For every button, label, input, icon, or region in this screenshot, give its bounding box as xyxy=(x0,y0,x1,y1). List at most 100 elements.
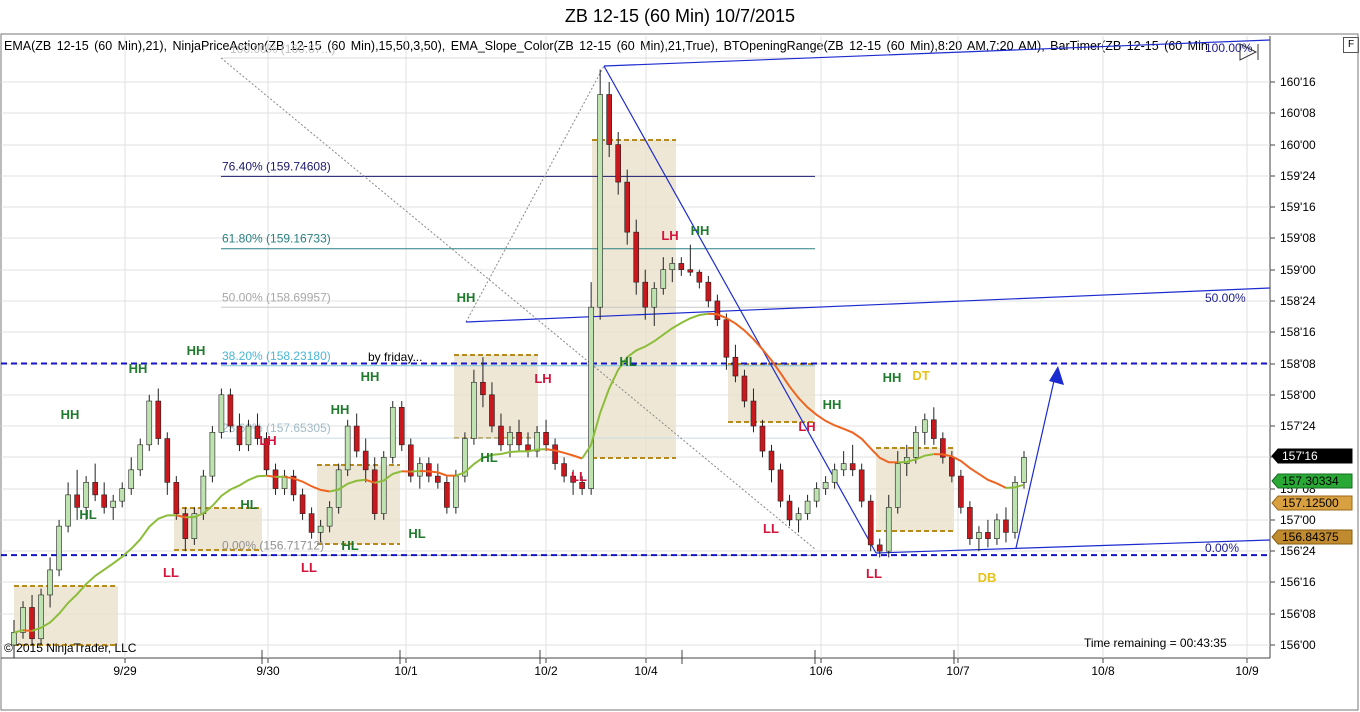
candle-body xyxy=(1003,519,1009,533)
candle-body xyxy=(669,263,676,270)
candle-body xyxy=(660,269,667,289)
channel-label: 0.00% xyxy=(1205,541,1239,555)
swing-label: HH xyxy=(823,397,842,412)
candle-body xyxy=(994,519,1000,539)
candle-body xyxy=(588,306,594,489)
candle-body xyxy=(74,494,80,508)
fib-label: 61.80% (159.16733) xyxy=(222,232,331,246)
y-tick-label: 158'00 xyxy=(1280,388,1316,402)
candle-body xyxy=(272,469,279,489)
swing-label: LL xyxy=(571,469,587,484)
y-tick-label: 157'00 xyxy=(1280,513,1316,527)
candle-body xyxy=(56,525,62,571)
fib-label: 76.40% (159.74608) xyxy=(222,159,331,173)
fib-label-top: 100.00% (160.67...) xyxy=(230,42,335,56)
candle-body xyxy=(146,400,153,446)
candle-body xyxy=(867,500,874,546)
swing-label: LL xyxy=(866,566,882,581)
candle-body xyxy=(687,269,694,273)
candle-body xyxy=(858,469,865,502)
swing-label: HH xyxy=(361,369,380,384)
candle-body xyxy=(101,494,107,508)
candle-body xyxy=(20,607,26,633)
candle-body xyxy=(110,500,116,508)
price-badge-label: 157'16 xyxy=(1282,449,1318,463)
candle-body xyxy=(615,144,621,183)
swing-label: HL xyxy=(408,526,425,541)
candle-body xyxy=(353,425,360,452)
candle-body xyxy=(317,525,324,533)
candle-body xyxy=(200,475,207,514)
candle-body xyxy=(489,394,495,427)
candle-body xyxy=(389,406,396,458)
candle-body xyxy=(597,94,603,308)
candle-body xyxy=(949,457,955,477)
y-tick-label: 159'00 xyxy=(1280,263,1316,277)
swing-label: HL xyxy=(79,507,96,522)
candle-body xyxy=(741,375,748,402)
candle-body xyxy=(849,463,856,471)
ema-segment xyxy=(22,629,33,632)
candle-body xyxy=(47,569,53,596)
channel-label: 100.00% xyxy=(1205,41,1253,55)
annotation-by-friday: by friday... xyxy=(368,350,422,364)
candle-body xyxy=(1021,457,1027,483)
candle-body xyxy=(804,500,811,514)
swing-label: LH xyxy=(661,228,678,243)
candle-body xyxy=(65,494,71,527)
candle-body xyxy=(236,425,243,446)
price-chart[interactable]: 76.40% (159.74608) 61.80% (159.16733) 50.0… xyxy=(0,0,1360,712)
candle-body xyxy=(498,425,504,446)
price-badge-label: 157.12500 xyxy=(1282,496,1339,510)
swing-label: DB xyxy=(978,570,997,585)
ema-segment xyxy=(455,448,547,477)
plot-border xyxy=(0,33,1359,711)
candle-body xyxy=(795,513,802,521)
candle-body xyxy=(813,488,820,502)
candle-body xyxy=(777,469,784,502)
candle-body xyxy=(83,482,89,508)
candle-body xyxy=(308,513,315,533)
x-tick-label: 10/6 xyxy=(809,664,833,678)
price-badge-label: 157.30334 xyxy=(1282,474,1339,488)
swing-label: LH xyxy=(798,419,815,434)
candle-body xyxy=(912,432,919,458)
candle-body xyxy=(453,475,459,508)
swing-label: DT xyxy=(912,368,929,383)
x-axis: 9/29 9/30 10/1 10/2 10/4 10/6 10/7 10/8 10/9 xyxy=(113,650,1259,678)
candle-body xyxy=(543,432,549,446)
candle-body xyxy=(714,300,721,321)
candle-body xyxy=(417,463,423,477)
fibonacci-retracement: 76.40% (159.74608) 61.80% (159.16733) 50.0… xyxy=(220,42,816,556)
price-badges: 157'16 157.30334 157.12500 156.84375 xyxy=(1271,448,1353,545)
candle-body xyxy=(92,482,98,496)
candle-body xyxy=(299,494,306,514)
range-box xyxy=(728,364,815,422)
candle-body xyxy=(967,507,973,539)
x-tick-label: 10/8 xyxy=(1091,664,1115,678)
candle-body xyxy=(1012,482,1018,533)
candle-body xyxy=(840,463,847,471)
candle-body xyxy=(885,507,892,552)
candle-body xyxy=(371,469,378,514)
swing-label: HH xyxy=(129,361,148,376)
arrow-head xyxy=(1049,366,1064,385)
candle-body xyxy=(561,463,567,477)
y-tick-label: 158'08 xyxy=(1280,357,1316,371)
swing-label: HH xyxy=(331,402,350,417)
swing-label: LL xyxy=(301,560,317,575)
candle-body xyxy=(426,463,432,477)
candle-body xyxy=(218,394,225,433)
range-box xyxy=(454,355,538,438)
swing-label: LL xyxy=(163,565,179,580)
y-tick-label: 160'00 xyxy=(1280,138,1316,152)
y-tick-label: 156'24 xyxy=(1280,544,1316,558)
swing-label: HL xyxy=(341,538,358,553)
fib-label: 0.00% (156.71712) xyxy=(222,538,324,552)
x-tick-label: 10/1 xyxy=(394,664,418,678)
y-tick-label: 156'00 xyxy=(1280,638,1316,652)
swing-label: LL xyxy=(763,521,779,536)
candle-body xyxy=(326,507,333,527)
swing-label: HH xyxy=(883,370,902,385)
candle-body xyxy=(606,94,612,145)
